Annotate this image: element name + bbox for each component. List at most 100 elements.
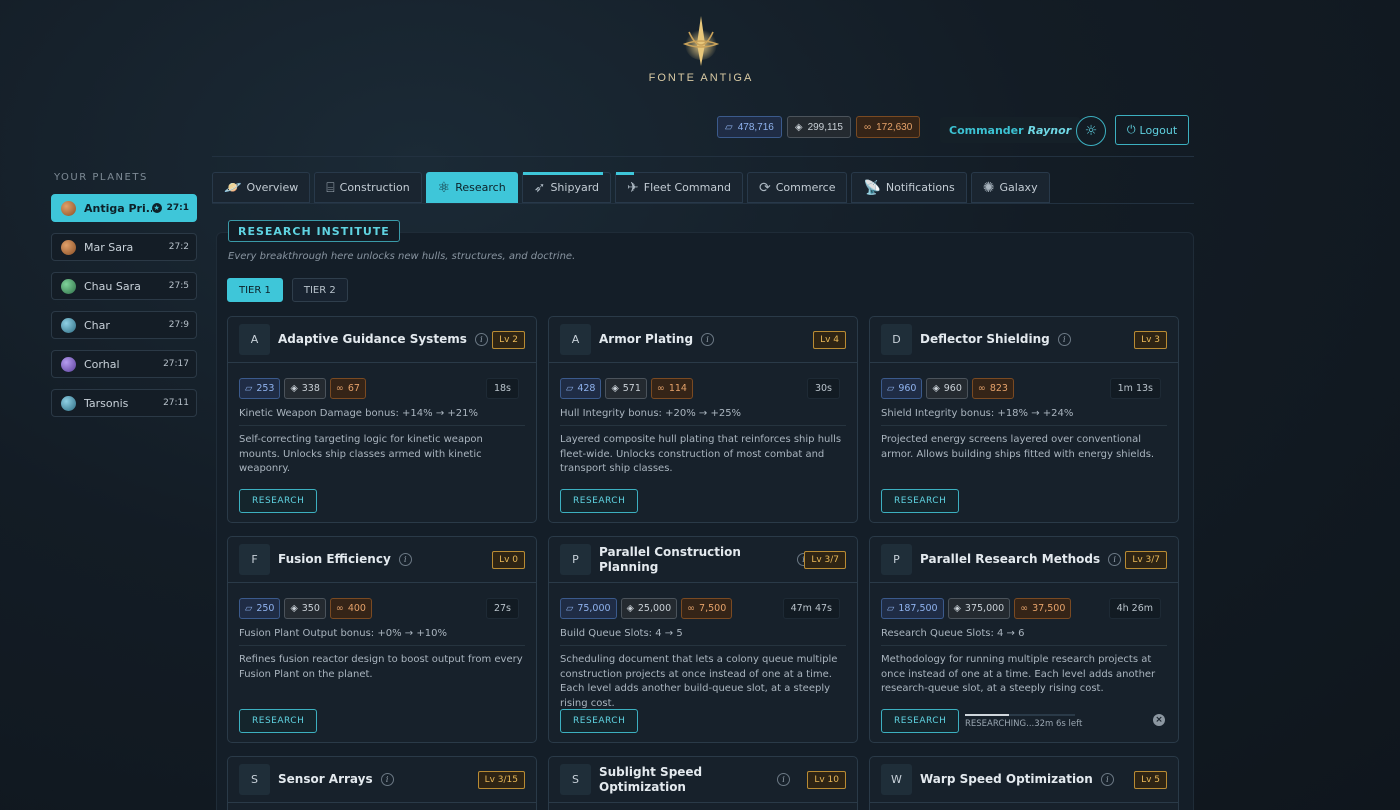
research-card: P Parallel Construction Planning i Lv 3/… — [548, 536, 858, 743]
rocket-icon: ➶ — [533, 179, 546, 196]
level-badge: Lv 3/7 — [1125, 551, 1167, 569]
cost-list: ▱ 75,000 ◈ 25,000 ∞ 7,500 — [560, 598, 733, 619]
gas-icon: ∞ — [1020, 603, 1029, 614]
planet-icon — [61, 395, 76, 411]
planet-coord: 27:17 — [163, 359, 189, 369]
tab-construction[interactable]: ⌸ Construction — [314, 172, 422, 203]
planet-icon — [61, 200, 76, 216]
info-icon[interactable]: i — [1100, 773, 1114, 786]
gas-cost: ∞ 37,500 — [1014, 598, 1072, 619]
card-letter: P — [881, 544, 912, 575]
tab-label: Construction — [339, 181, 410, 194]
level-badge: Lv 4 — [813, 331, 846, 349]
crystal-icon: ◈ — [626, 603, 634, 614]
research-time: 27s — [485, 598, 519, 619]
card-description: Self-correcting targeting logic for kine… — [239, 434, 483, 474]
planet-icon — [61, 317, 76, 333]
metal-cost-value: 187,500 — [898, 603, 938, 614]
tab-fleet-command[interactable]: ✈ Fleet Command — [615, 172, 744, 203]
card-header: P Parallel Construction Planning i Lv 3/… — [549, 537, 857, 583]
info-icon[interactable]: i — [474, 333, 488, 346]
gas-resource: ∞ 172,630 — [855, 116, 921, 138]
research-time: 18s — [485, 378, 519, 399]
gas-cost: ∞ 400 — [329, 598, 372, 619]
card-title: Parallel Construction Planning — [599, 544, 741, 574]
planet-item-mar-sara[interactable]: Mar Sara 27:2 — [51, 233, 197, 261]
research-card: D Deflector Shielding i Lv 3 ▱ 960 ◈ 960 ∞… — [869, 316, 1179, 523]
card-letter: P — [560, 544, 591, 575]
metal-cost-value: 428 — [577, 383, 596, 394]
card-description: Projected energy screens layered over co… — [881, 434, 1155, 460]
commander-name: Raynor — [1027, 123, 1072, 137]
tab-shipyard[interactable]: ➶ Shipyard — [521, 172, 612, 203]
tier-2-button[interactable]: TIER 2 — [291, 278, 348, 302]
crystal-resource: ◈ 299,115 — [786, 116, 851, 138]
info-icon[interactable]: i — [777, 773, 790, 786]
cost-list: ▱ 187,500 ◈ 375,000 ∞ 37,500 — [881, 598, 1072, 619]
planet-item-corhal[interactable]: Corhal 27:17 — [51, 350, 197, 378]
gas-icon: ∞ — [977, 383, 986, 394]
card-letter: D — [881, 324, 912, 355]
metal-cost: ▱ 250 — [239, 598, 281, 619]
logout-button[interactable]: ⏻ Logout — [1115, 115, 1189, 145]
exchange-icon: ⟳ — [759, 179, 771, 196]
planet-item-chau-sara[interactable]: Chau Sara 27:5 — [51, 272, 197, 300]
progress-indicator — [616, 172, 635, 175]
crystal-icon: ◈ — [932, 383, 940, 394]
metal-icon: ▱ — [887, 383, 895, 394]
planet-item-tarsonis[interactable]: Tarsonis 27:11 — [51, 389, 197, 417]
planet-name: Chau Sara — [84, 279, 141, 293]
metal-cost: ▱ 187,500 — [881, 598, 944, 619]
research-button[interactable]: RESEARCH — [881, 709, 960, 733]
power-icon: ⏻ — [1126, 123, 1136, 136]
metal-icon: ▱ — [245, 383, 253, 394]
bonus-text: Kinetic Weapon Damage bonus: +14% → +21% — [239, 408, 525, 426]
research-button[interactable]: RESEARCH — [239, 489, 318, 513]
theme-toggle-button[interactable]: ☼ — [1076, 116, 1106, 146]
info-icon[interactable]: i — [398, 553, 412, 566]
sun-icon: ☼ — [1084, 123, 1098, 139]
gas-cost-value: 37,500 — [1032, 603, 1066, 614]
cost-list: ▱ 428 ◈ 571 ∞ 114 — [560, 378, 693, 399]
card-title: Sublight Speed Optimization — [599, 764, 703, 794]
gas-cost-value: 114 — [668, 383, 687, 394]
research-button[interactable]: RESEARCH — [560, 709, 639, 733]
research-button[interactable]: RESEARCH — [560, 489, 639, 513]
card-title: Fusion Efficiency — [278, 552, 391, 566]
metal-cost-value: 253 — [256, 383, 275, 394]
planet-icon — [61, 239, 76, 255]
planet-coord: 27:5 — [168, 281, 189, 291]
card-description: Layered composite hull plating that rein… — [560, 434, 842, 474]
info-icon[interactable]: i — [1108, 553, 1122, 566]
research-button[interactable]: RESEARCH — [881, 489, 960, 513]
cost-list: ▱ 253 ◈ 338 ∞ 67 — [239, 378, 366, 399]
card-letter: A — [560, 324, 591, 355]
info-icon[interactable]: i — [701, 333, 715, 346]
tab-notifications[interactable]: 📡 Notifications — [851, 172, 967, 203]
metal-cost-value: 960 — [898, 383, 917, 394]
tab-commerce[interactable]: ⟳ Commerce — [747, 172, 848, 203]
fleet-icon: ✈ — [627, 179, 639, 196]
cancel-research-icon[interactable]: × — [1153, 714, 1165, 726]
tab-research[interactable]: ⚛ Research — [425, 172, 518, 203]
research-button[interactable]: RESEARCH — [239, 709, 318, 733]
info-icon[interactable]: i — [380, 773, 394, 786]
crystal-cost-value: 338 — [301, 383, 320, 394]
card-header: D Deflector Shielding i Lv 3 — [870, 317, 1178, 363]
gas-icon: ∞ — [335, 603, 344, 614]
card-title: Warp Speed Optimization — [920, 772, 1093, 786]
bonus-text: Fusion Plant Output bonus: +0% → +10% — [239, 628, 525, 646]
crane-icon: ⌸ — [326, 179, 335, 196]
planet-coord: 27:2 — [168, 242, 189, 252]
tab-overview[interactable]: 🪐 Overview — [212, 172, 311, 203]
planet-coord: 27:11 — [163, 398, 189, 408]
tab-galaxy[interactable]: ✺ Galaxy — [970, 172, 1050, 203]
planet-item-char[interactable]: Char 27:9 — [51, 311, 197, 339]
gas-cost: ∞ 823 — [971, 378, 1014, 399]
gas-cost-value: 7,500 — [699, 603, 727, 614]
planet-item-antiga-prime[interactable]: Antiga Pri... ★ 27:1 — [51, 194, 197, 222]
info-icon[interactable]: i — [1057, 333, 1071, 346]
planet-list: Antiga Pri... ★ 27:1 Mar Sara 27:2 Chau … — [51, 194, 197, 417]
tier-1-button[interactable]: TIER 1 — [227, 278, 283, 302]
gas-icon: ∞ — [335, 383, 344, 394]
